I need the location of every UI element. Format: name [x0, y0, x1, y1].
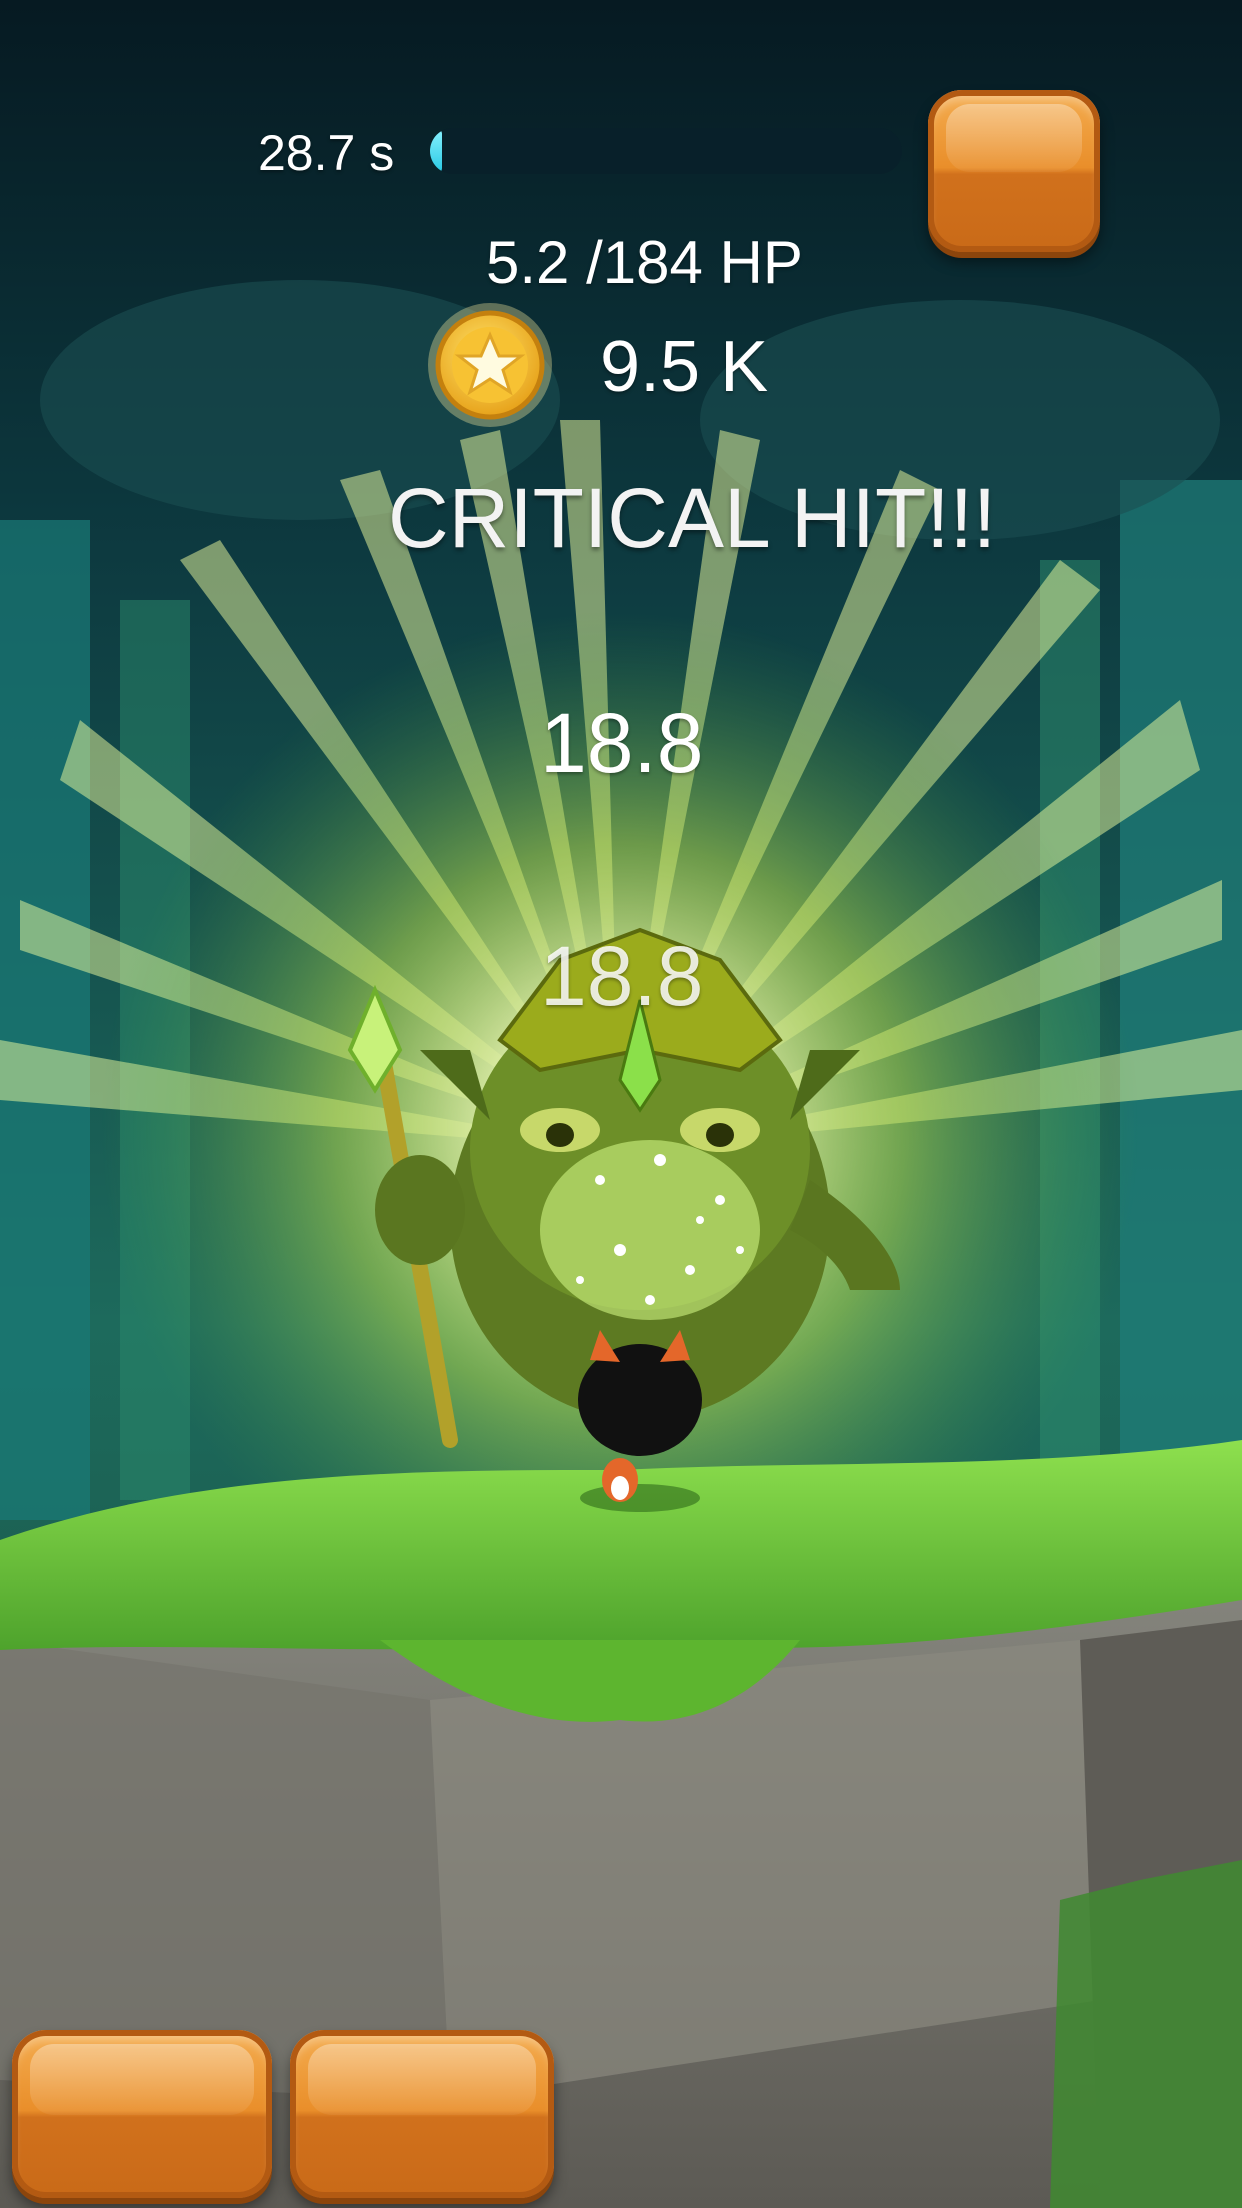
timer-label: 28.7 s [258, 125, 395, 181]
timer-progress-bar [430, 128, 902, 174]
star-coin-icon [428, 303, 552, 427]
coin-count: 9.5 K [600, 327, 769, 407]
foreground-bush [1050, 1860, 1242, 2208]
critical-hit-text: CRITICAL HIT!!! [388, 471, 997, 565]
action-button-1[interactable] [12, 2030, 272, 2198]
menu-button[interactable] [928, 90, 1100, 252]
damage-number: 18.8 [540, 929, 704, 1023]
action-button-2[interactable] [290, 2030, 554, 2198]
damage-number: 18.8 [540, 696, 704, 790]
timer-progress-fill [430, 128, 442, 174]
boss-hp-label: 5.2 /184 HP [486, 229, 803, 296]
